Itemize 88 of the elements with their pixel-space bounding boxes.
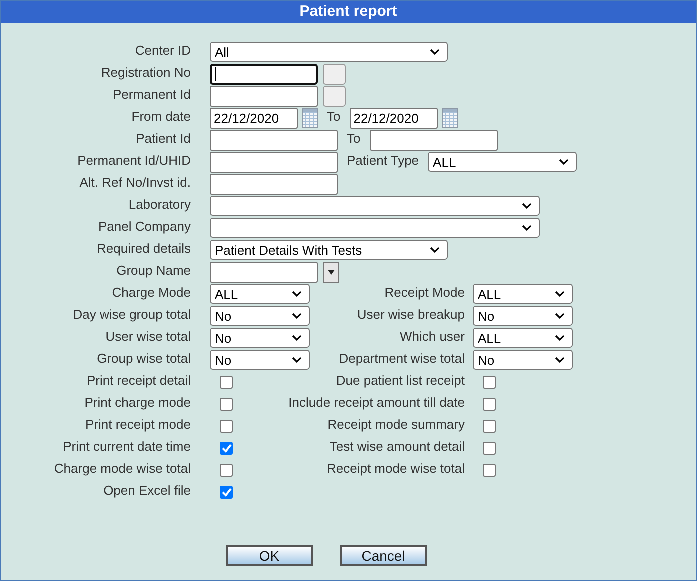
- dropdown[interactable]: ALL: [473, 284, 573, 304]
- chevron-icon: [522, 203, 532, 209]
- field-label: Print charge mode: [84, 394, 191, 410]
- dropdown[interactable]: No: [210, 328, 310, 348]
- chevron-icon: [292, 313, 302, 319]
- dropdown[interactable]: ALL: [473, 328, 573, 348]
- chevron-icon: [555, 357, 565, 363]
- input-field[interactable]: [210, 64, 318, 84]
- checkbox[interactable]: [483, 442, 496, 454]
- dropdown[interactable]: All: [210, 42, 448, 62]
- dropdown[interactable]: ALL: [210, 284, 310, 304]
- dialog-button[interactable]: Cancel: [340, 545, 427, 566]
- field-label: Group Name: [116, 262, 191, 278]
- field-label: User wise total: [104, 328, 191, 344]
- field-label: Receipt mode summary: [326, 416, 465, 432]
- checkbox[interactable]: [220, 376, 233, 388]
- dropdown[interactable]: ALL: [428, 152, 578, 172]
- checkbox[interactable]: [483, 420, 496, 432]
- field-label: Group wise total: [96, 350, 191, 366]
- chevron-icon: [522, 225, 532, 231]
- calendar-icon[interactable]: [302, 108, 318, 128]
- input-field[interactable]: [210, 152, 338, 172]
- chevron-icon: [292, 335, 302, 341]
- chevron-icon: [430, 247, 440, 253]
- field-label: Test wise amount detail: [328, 438, 465, 454]
- chevron-icon: [292, 357, 302, 363]
- field-label: Patient Type: [347, 152, 420, 168]
- dropdown-button[interactable]: [323, 262, 339, 282]
- checkbox[interactable]: [483, 464, 496, 476]
- field-label: Alt. Ref No/Invst id.: [78, 174, 191, 190]
- dropdown[interactable]: [210, 196, 540, 216]
- field-label: Registration No: [100, 64, 191, 80]
- field-label: Department wise total: [338, 350, 465, 366]
- input-field[interactable]: [210, 130, 338, 150]
- triangle-icon: [328, 270, 334, 274]
- chevron-icon: [430, 49, 440, 55]
- input-field[interactable]: [210, 174, 338, 194]
- field-label: Permanent Id: [112, 86, 191, 102]
- chevron-icon: [555, 291, 565, 297]
- field-label: To: [347, 130, 361, 146]
- chevron-icon: [555, 335, 565, 341]
- field-label: Day wise group total: [72, 306, 191, 322]
- field-label: User wise breakup: [356, 306, 465, 322]
- field-label: Receipt Mode: [384, 284, 465, 300]
- dialog-button[interactable]: OK: [226, 545, 313, 566]
- field-label: From date: [130, 108, 191, 124]
- dropdown[interactable]: Patient Details With Tests: [210, 240, 448, 260]
- checkbox[interactable]: [220, 486, 233, 498]
- lookup-button[interactable]: [323, 64, 346, 84]
- field-label: Due patient list receipt: [335, 372, 465, 388]
- field-label: To: [327, 108, 341, 124]
- field-label: Print receipt detail: [86, 372, 191, 388]
- input-field[interactable]: 22/12/2020: [350, 108, 438, 128]
- field-label: Which user: [398, 328, 465, 344]
- dropdown[interactable]: No: [473, 350, 573, 370]
- dropdown[interactable]: No: [210, 306, 310, 326]
- field-label: Open Excel file: [102, 482, 191, 498]
- field-label: Patient Id: [135, 130, 191, 146]
- checkbox[interactable]: [220, 420, 233, 432]
- checkbox[interactable]: [220, 398, 233, 410]
- input-field[interactable]: [370, 130, 498, 150]
- calendar-icon[interactable]: [442, 108, 458, 128]
- input-field[interactable]: [210, 86, 318, 106]
- checkbox[interactable]: [483, 398, 496, 410]
- field-label: Permanent Id/UHID: [76, 152, 191, 168]
- field-label: Panel Company: [98, 218, 191, 234]
- chevron-icon: [559, 159, 570, 165]
- chevron-icon: [555, 313, 565, 319]
- input-field[interactable]: 22/12/2020: [210, 108, 298, 128]
- field-label: Charge Mode: [111, 284, 191, 300]
- field-label: Receipt mode wise total: [326, 460, 465, 476]
- field-label: Center ID: [134, 42, 191, 58]
- dropdown[interactable]: No: [210, 350, 310, 370]
- dropdown[interactable]: [210, 218, 540, 238]
- field-label: Laboratory: [128, 196, 191, 212]
- checkbox[interactable]: [220, 442, 233, 454]
- input-field[interactable]: [210, 262, 318, 282]
- lookup-button[interactable]: [323, 86, 346, 106]
- dropdown[interactable]: No: [473, 306, 573, 326]
- checkbox[interactable]: [220, 464, 233, 476]
- field-label: Charge mode wise total: [53, 460, 191, 476]
- field-label: Print receipt mode: [84, 416, 191, 432]
- checkbox[interactable]: [483, 376, 496, 388]
- window-title: Patient report: [1, 1, 696, 23]
- field-label: Include receipt amount till date: [288, 394, 465, 410]
- chevron-icon: [292, 291, 302, 297]
- field-label: Print current date time: [62, 438, 191, 454]
- field-label: Required details: [96, 240, 191, 256]
